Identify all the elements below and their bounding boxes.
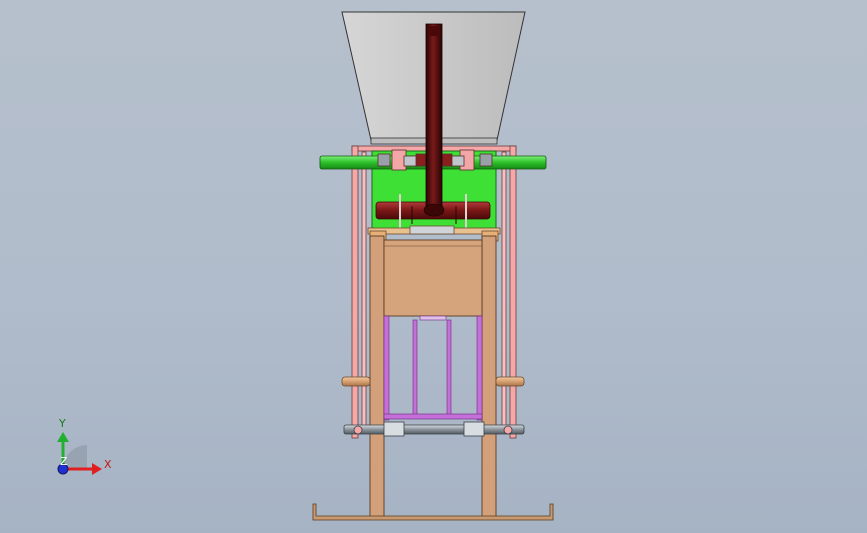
discharge-chute	[423, 23, 445, 217]
axis-label-y: Y	[58, 417, 66, 430]
cad-viewport[interactable]: Y X Z	[0, 0, 867, 533]
machine-drawing: Y X Z	[57, 11, 554, 521]
coordinate-triad: Y X Z	[57, 417, 112, 475]
side-pegs	[341, 376, 525, 387]
base-skid	[312, 503, 554, 521]
axis-label-x: X	[104, 458, 112, 471]
mid-brackets	[367, 225, 501, 242]
axis-label-z: Z	[60, 455, 68, 468]
magenta-cage	[383, 315, 483, 421]
